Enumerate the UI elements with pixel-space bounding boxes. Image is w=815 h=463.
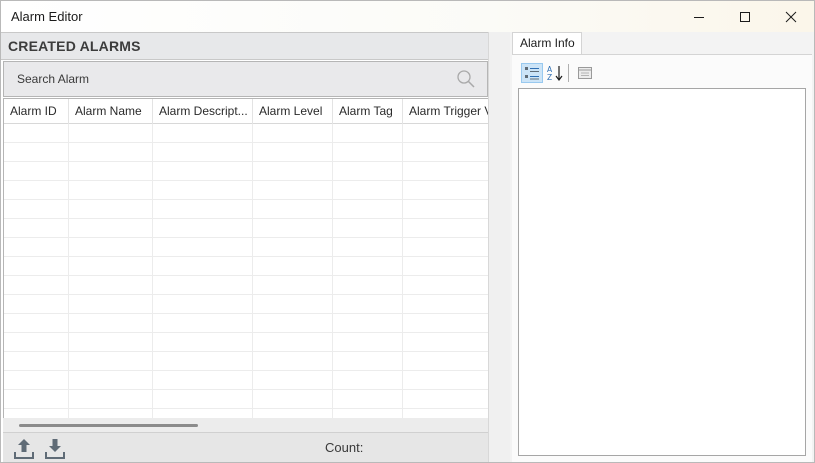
table-row[interactable] [4,181,488,200]
created-alarms-header: CREATED ALARMS [1,32,488,60]
alarms-footer: Count: [3,432,488,462]
column-header-alarm-level[interactable]: Alarm Level [253,99,333,124]
tab-alarm-info[interactable]: Alarm Info [512,32,582,55]
panel-splitter[interactable] [488,32,510,462]
alarms-grid-header: Alarm ID Alarm Name Alarm Descript... Al… [4,98,488,124]
search-alarm-input[interactable]: Search Alarm [3,61,488,97]
export-button[interactable] [12,437,36,461]
alarm-count-label: Count: [325,440,364,455]
sort-az-icon: A Z [547,65,563,82]
window-title: Alarm Editor [11,9,83,24]
close-button[interactable] [768,1,814,32]
maximize-icon [740,11,750,22]
column-header-alarm-description[interactable]: Alarm Descript... [153,99,253,124]
column-header-alarm-tag[interactable]: Alarm Tag [333,99,403,124]
property-pages-icon [578,67,592,79]
alphabetical-sort-button[interactable]: A Z [544,63,566,83]
column-header-alarm-id[interactable]: Alarm ID [4,99,69,124]
search-alarm-label: Search Alarm [17,72,90,86]
property-pages-button[interactable] [574,63,596,83]
alarm-editor-window: Alarm Editor CREATED ALARMS Search Alarm [0,0,815,463]
categorized-list-icon [525,67,539,80]
svg-text:Z: Z [547,73,552,82]
alarms-grid[interactable]: Alarm ID Alarm Name Alarm Descript... Al… [3,98,488,418]
table-row[interactable] [4,124,488,143]
table-row[interactable] [4,295,488,314]
horizontal-scrollbar-thumb[interactable] [19,424,198,427]
upload-icon [14,439,34,459]
column-header-alarm-trigger-value[interactable]: Alarm Trigger V [403,99,488,124]
close-icon [785,11,797,22]
table-row[interactable] [4,390,488,409]
table-row[interactable] [4,352,488,371]
property-grid[interactable] [518,88,806,456]
horizontal-scrollbar[interactable] [3,418,488,432]
table-row[interactable] [4,219,488,238]
column-header-alarm-name[interactable]: Alarm Name [69,99,153,124]
table-row[interactable] [4,238,488,257]
table-row[interactable] [4,314,488,333]
title-bar: Alarm Editor [1,1,814,32]
table-row[interactable] [4,162,488,181]
table-row[interactable] [4,257,488,276]
table-row[interactable] [4,200,488,219]
table-row[interactable] [4,143,488,162]
alarm-info-panel: Alarm Info A Z [510,32,814,462]
table-row[interactable] [4,333,488,352]
alarm-info-tab-body: A Z [512,54,812,462]
maximize-button[interactable] [722,1,768,32]
categorized-view-button[interactable] [521,63,543,83]
minimize-button[interactable] [676,1,722,32]
toolbar-separator [568,64,569,82]
created-alarms-title: CREATED ALARMS [8,38,141,54]
download-icon [45,439,65,459]
import-button[interactable] [43,437,67,461]
table-row[interactable] [4,371,488,390]
search-icon[interactable] [456,69,476,89]
table-row[interactable] [4,276,488,295]
minimize-icon [694,16,704,18]
created-alarms-panel: CREATED ALARMS Search Alarm Alarm ID Ala… [1,32,488,462]
